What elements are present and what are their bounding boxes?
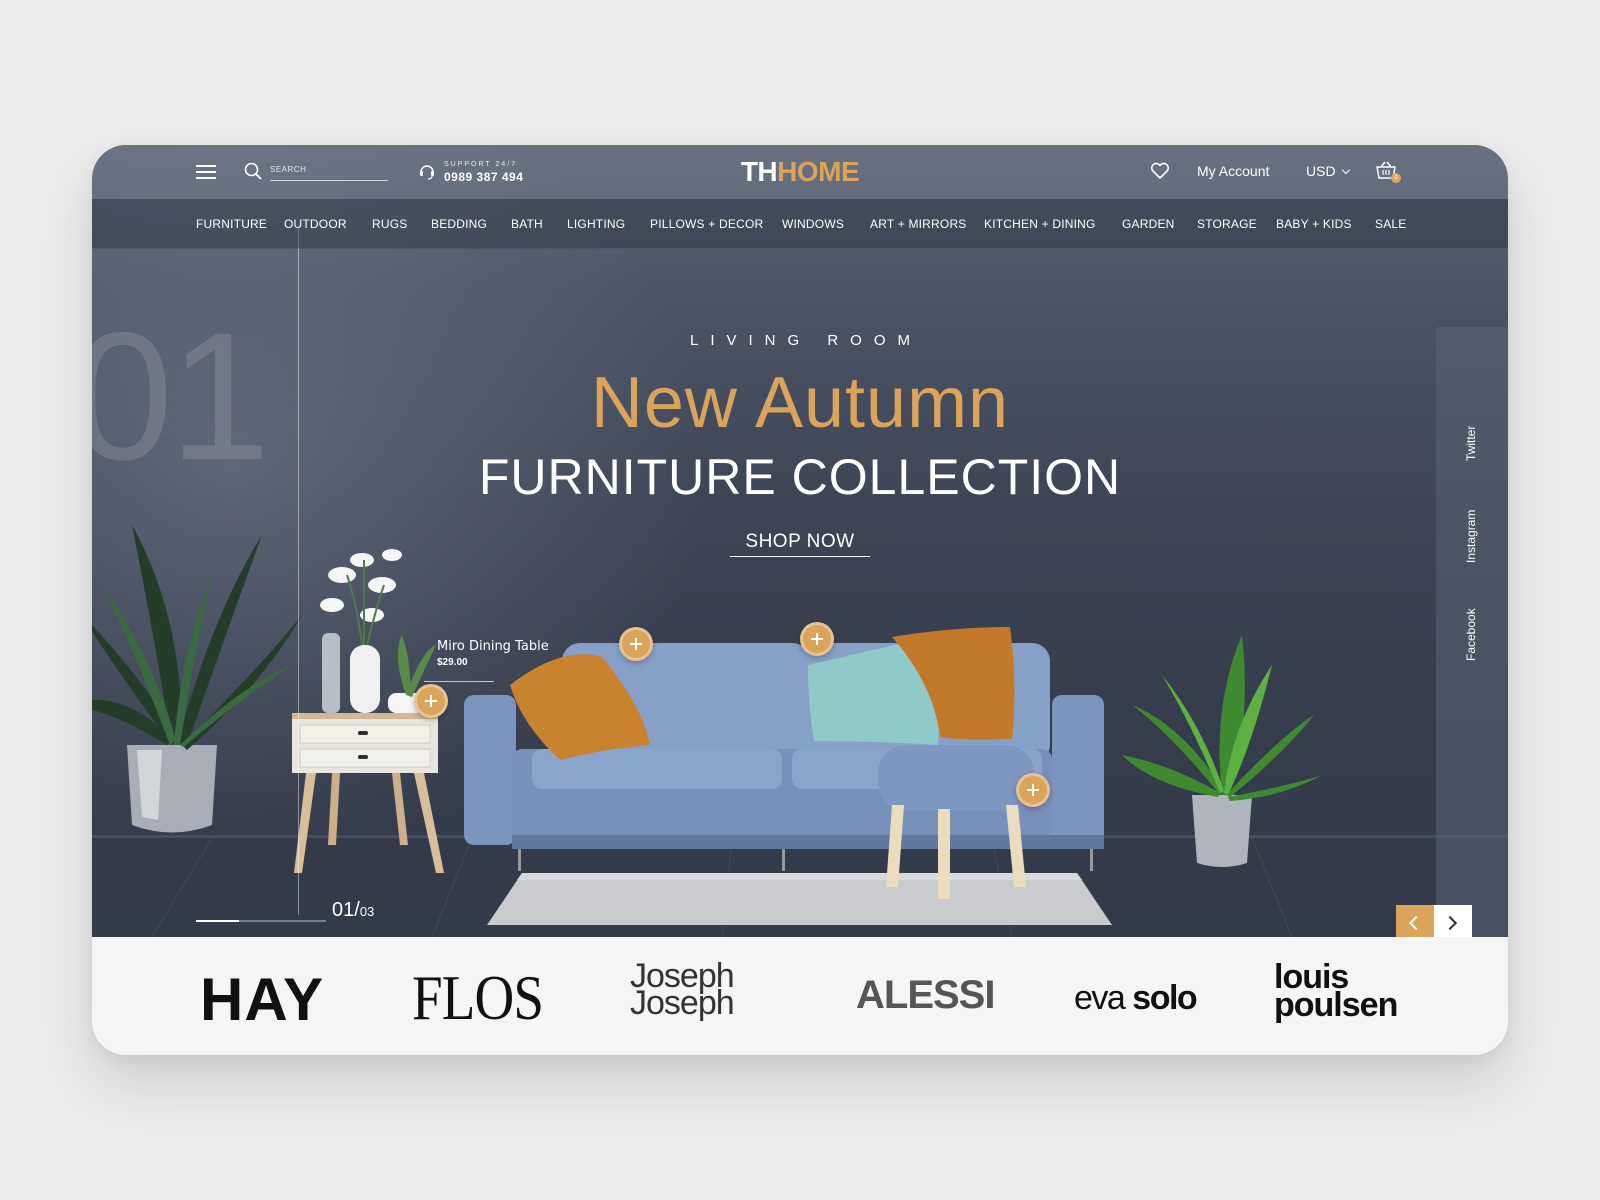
cart-count-badge: 0	[1391, 173, 1401, 183]
brand-strip: HAY FLOS Joseph Joseph ALESSI eva solo lo…	[92, 937, 1508, 1055]
top-bar: SUPPORT 24/7 0989 387 494 THHOME My Acco…	[92, 145, 1508, 199]
product-name-label: Miro Dining Table	[437, 639, 549, 654]
social-link-facebook[interactable]: Facebook	[1464, 608, 1478, 661]
brand-logo-alessi[interactable]: ALESSI	[856, 973, 995, 1018]
brand-logo-louis-poulsen[interactable]: louis poulsen	[1274, 960, 1398, 1024]
logo-part-th: TH	[740, 156, 778, 187]
heart-icon[interactable]	[1150, 162, 1170, 180]
nav-item-sale[interactable]: SALE	[1375, 217, 1407, 231]
support-phone[interactable]: 0989 387 494	[444, 170, 523, 184]
nav-item-art-mirrors[interactable]: ART + MIRRORS	[870, 217, 967, 231]
brand-logo-eva-solo[interactable]: eva solo	[1074, 979, 1198, 1018]
hero-headline: New Autumn	[590, 363, 1010, 443]
search-icon[interactable]	[244, 162, 262, 180]
prev-slide-button[interactable]	[1396, 905, 1434, 937]
nav-item-baby-kids[interactable]: BABY + KIDS	[1276, 217, 1352, 231]
nav-item-pillows-decor[interactable]: PILLOWS + DECOR	[650, 217, 763, 231]
brand-solo: solo	[1132, 979, 1197, 1017]
hotspot-sofa-plus-icon[interactable]	[800, 622, 834, 656]
chevron-right-icon	[1442, 915, 1458, 931]
currency-select[interactable]: USD	[1306, 163, 1350, 179]
nav-item-windows[interactable]: WINDOWS	[782, 217, 844, 231]
nav-item-furniture[interactable]: FURNITURE	[196, 217, 267, 231]
nav-item-outdoor[interactable]: OUTDOOR	[284, 217, 347, 231]
logo-part-home: HOME	[777, 156, 860, 187]
nav-item-lighting[interactable]: LIGHTING	[567, 217, 625, 231]
slide-total: 03	[359, 904, 375, 919]
nav-item-garden[interactable]: GARDEN	[1122, 217, 1175, 231]
product-callout-line	[424, 681, 494, 682]
my-account-link[interactable]: My Account	[1197, 163, 1269, 179]
shop-now-button[interactable]: SHOP NOW	[730, 531, 870, 557]
decorative-vertical-line	[298, 225, 299, 915]
social-link-twitter[interactable]: Twitter	[1464, 426, 1478, 461]
page-card: 01 SUPPORT 24/7 0989 387 494 THHOME My A…	[92, 145, 1508, 1055]
hotspot-pillow-plus-icon[interactable]	[619, 627, 653, 661]
slide-current: 01	[332, 899, 355, 921]
site-logo[interactable]: THHOME	[732, 156, 868, 188]
nav-item-rugs[interactable]: RUGS	[372, 217, 407, 231]
social-link-instagram[interactable]: Instagram	[1464, 510, 1478, 563]
main-nav: FURNITURE OUTDOOR RUGS BEDDING BATH LIGH…	[92, 199, 1508, 249]
slide-progress-fill	[196, 920, 239, 922]
social-rail: Twitter Instagram Facebook	[1436, 327, 1508, 937]
nav-item-kitchen-dining[interactable]: KITCHEN + DINING	[984, 217, 1096, 231]
hero-subheadline: FURNITURE COLLECTION	[478, 449, 1122, 505]
slide-progress-track	[196, 920, 326, 922]
support-label: SUPPORT 24/7	[444, 161, 518, 168]
nav-item-storage[interactable]: STORAGE	[1197, 217, 1257, 231]
hotspot-ottoman-plus-icon[interactable]	[1016, 773, 1050, 807]
brand-logo-hay[interactable]: HAY	[200, 965, 324, 1034]
product-price-label: $29.00	[437, 657, 468, 668]
brand-joseph-line2: Joseph	[630, 984, 735, 1022]
hero-eyebrow: LIVING ROOM	[689, 332, 922, 349]
nav-item-bedding[interactable]: BEDDING	[431, 217, 487, 231]
search-input[interactable]	[270, 159, 388, 181]
headset-icon	[420, 165, 434, 180]
slide-counter: 01/03	[332, 899, 374, 922]
hotspot-side-table-plus-icon[interactable]	[414, 684, 448, 718]
brand-louis-line2: poulsen	[1274, 986, 1398, 1024]
brand-eva: eva	[1074, 979, 1126, 1017]
chevron-down-icon	[1341, 165, 1350, 175]
nav-item-bath[interactable]: BATH	[511, 217, 543, 231]
currency-value: USD	[1306, 163, 1336, 179]
hero-banner: 01 SUPPORT 24/7 0989 387 494 THHOME My A…	[92, 145, 1508, 937]
chevron-left-icon	[1408, 915, 1424, 931]
next-slide-button[interactable]	[1434, 905, 1472, 937]
hamburger-icon[interactable]	[196, 165, 216, 179]
brand-logo-flos[interactable]: FLOS	[412, 961, 544, 1035]
brand-logo-joseph-joseph[interactable]: Joseph Joseph	[630, 959, 735, 1022]
